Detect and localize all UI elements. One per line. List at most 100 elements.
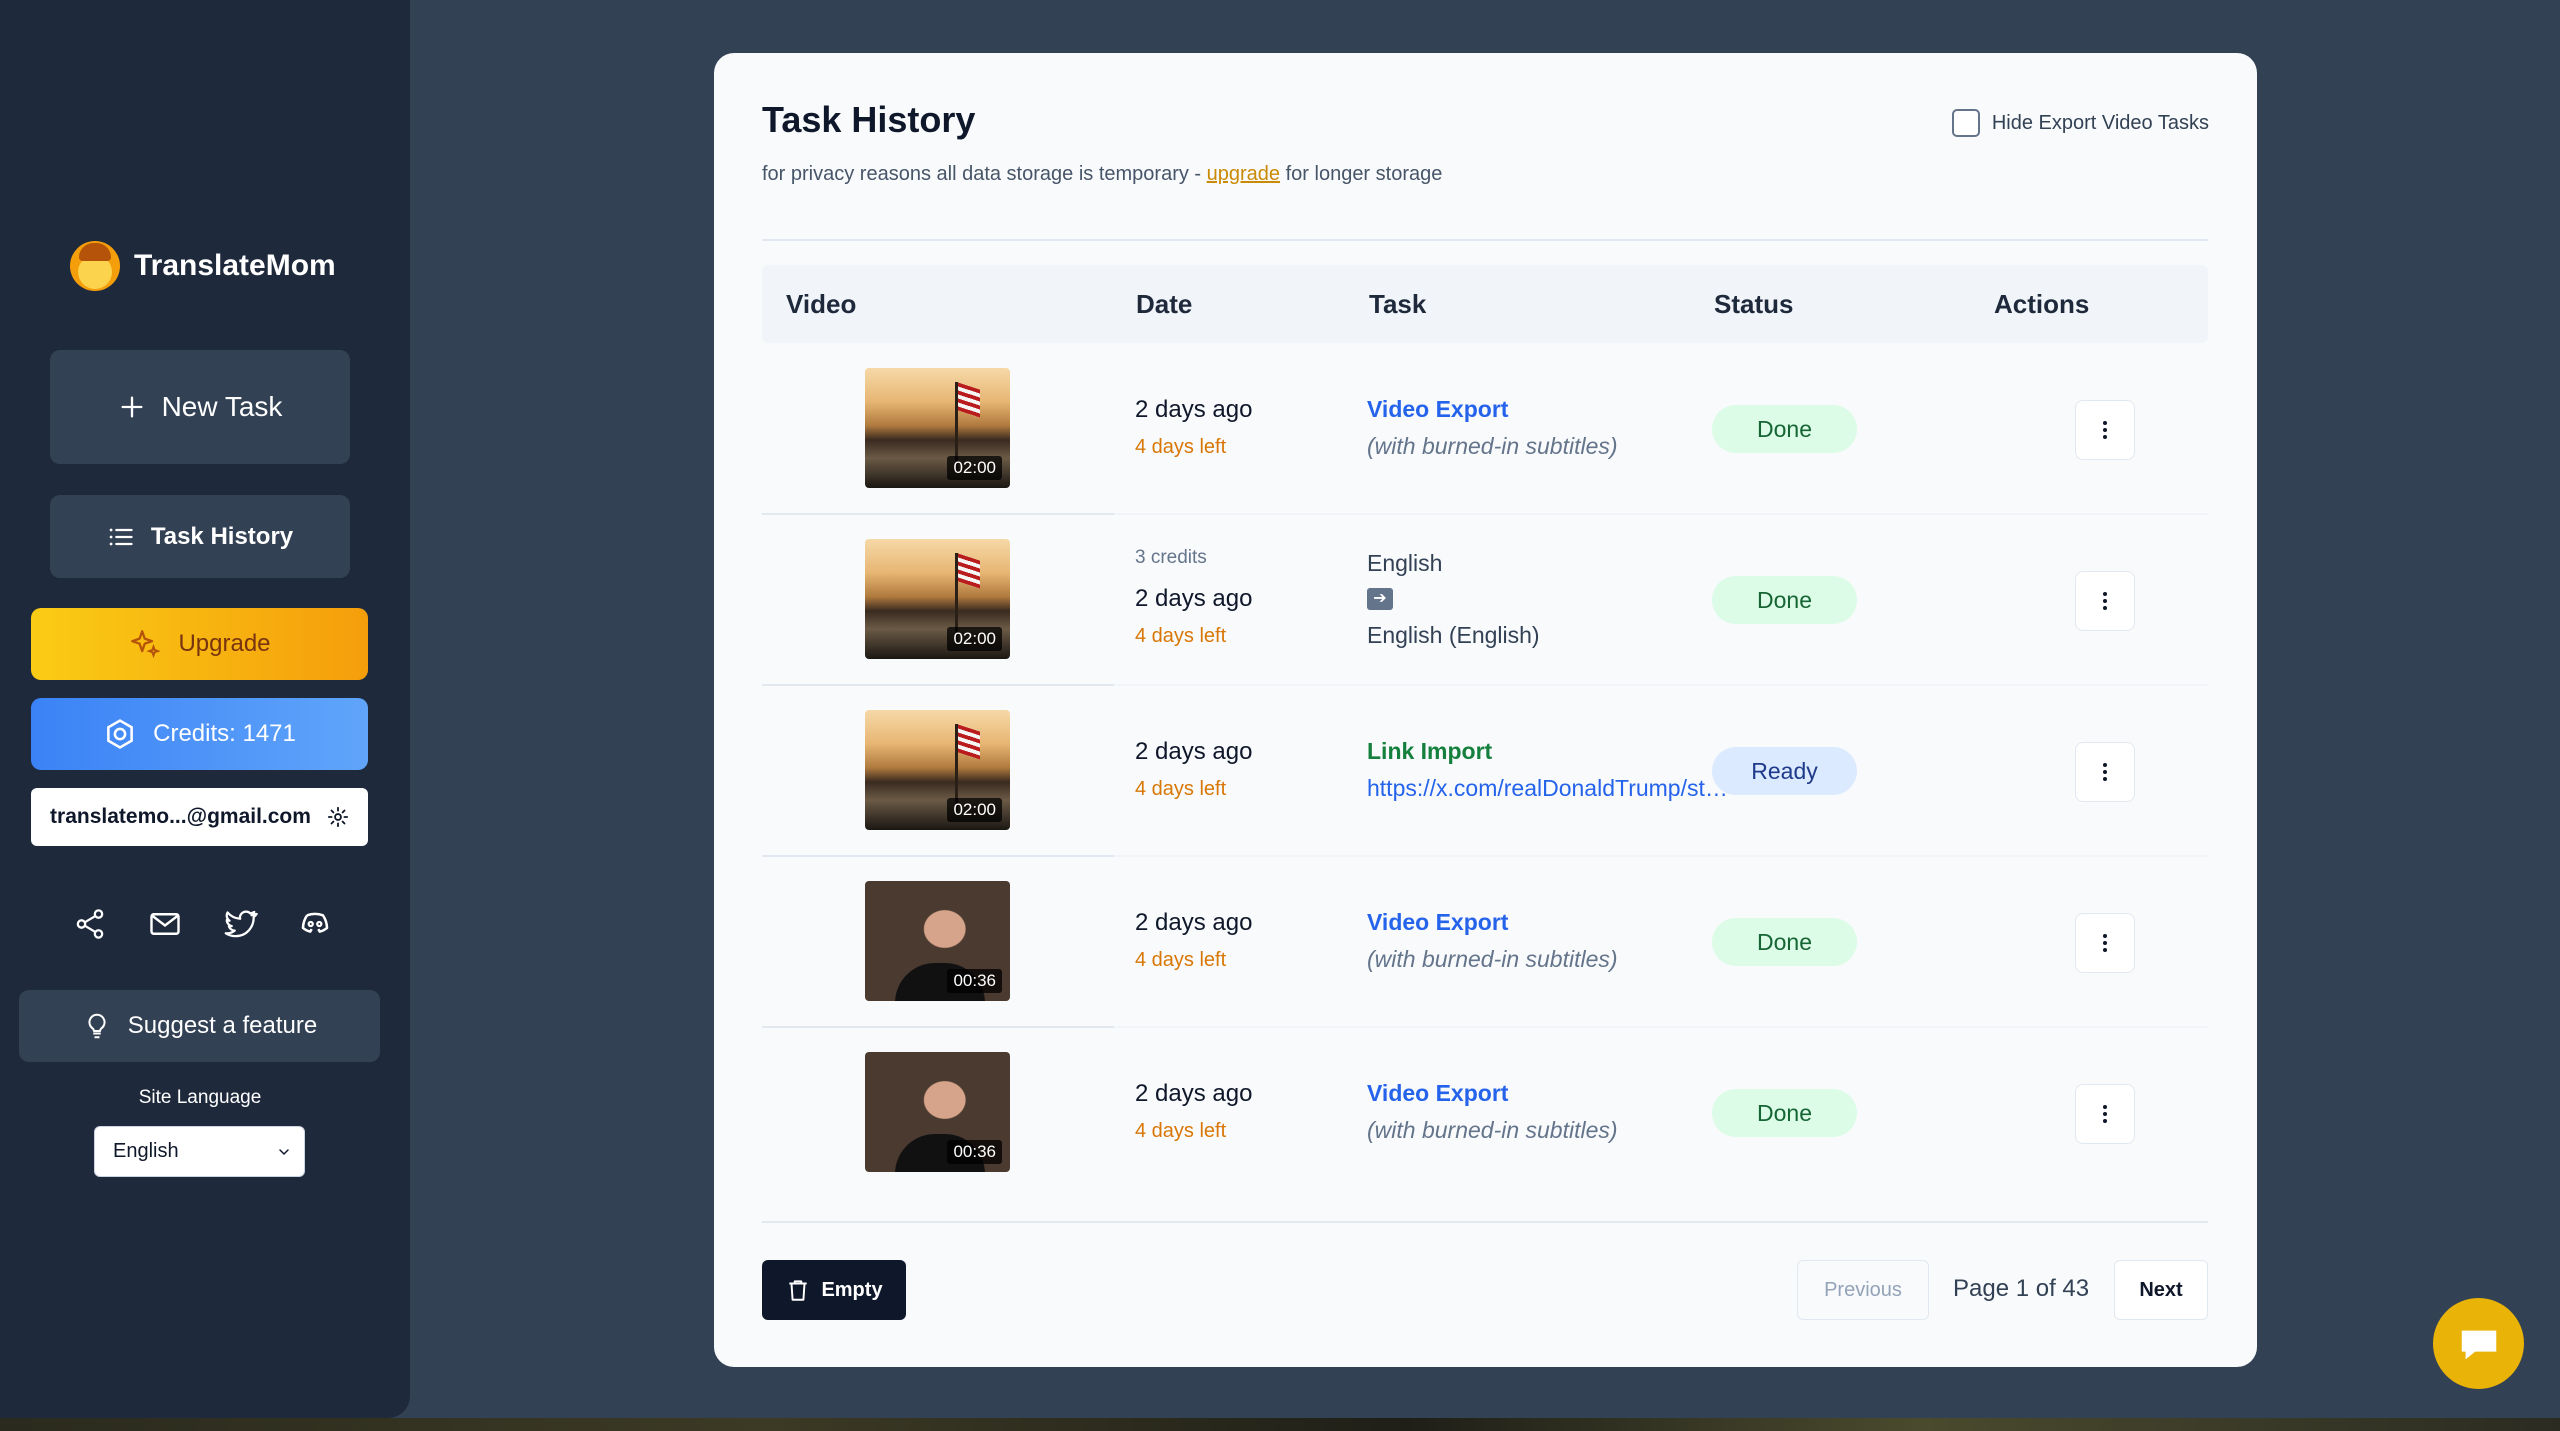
suggest-feature-label: Suggest a feature xyxy=(127,1012,318,1039)
upgrade-link[interactable]: upgrade xyxy=(1207,163,1280,185)
video-thumbnail[interactable]: 00:36 xyxy=(865,881,1010,1001)
days-left: 4 days left xyxy=(1135,949,1227,971)
plus-icon xyxy=(121,396,143,418)
discord-icon[interactable] xyxy=(295,904,335,944)
site-language-select[interactable]: English xyxy=(94,1126,305,1177)
account-button[interactable]: translatemo...@gmail.com xyxy=(31,788,368,846)
row-actions-button[interactable] xyxy=(2075,571,2135,631)
chat-widget-button[interactable] xyxy=(2433,1298,2524,1389)
table-row[interactable]: 00:36 2 days ago 4 days left Video Expor… xyxy=(762,1028,2208,1199)
task-title-link[interactable]: Video Export xyxy=(1367,396,1508,423)
credits-icon xyxy=(107,719,134,749)
upgrade-label: Upgrade xyxy=(178,630,271,657)
storage-notice-suffix: for longer storage xyxy=(1280,163,1443,185)
column-date: Date xyxy=(1136,289,1193,319)
divider xyxy=(762,239,2208,241)
chat-icon xyxy=(2461,1330,2496,1359)
mail-icon[interactable] xyxy=(145,904,185,944)
row-actions-button[interactable] xyxy=(2075,400,2135,460)
gear-icon xyxy=(327,806,349,828)
more-vertical-icon xyxy=(2103,934,2107,952)
more-vertical-icon xyxy=(2103,1105,2107,1123)
new-task-label: New Task xyxy=(161,391,283,422)
upgrade-button[interactable]: Upgrade xyxy=(31,608,368,680)
credits-used: 3 credits xyxy=(1135,547,1207,568)
row-actions-button[interactable] xyxy=(2075,913,2135,973)
previous-page-button[interactable]: Previous xyxy=(1797,1260,1929,1320)
status-badge: Done xyxy=(1712,1089,1857,1137)
video-duration: 02:00 xyxy=(947,798,1002,822)
suggest-feature-button[interactable]: Suggest a feature xyxy=(19,990,380,1062)
sidebar: TranslateMom New Task Task History Upgra… xyxy=(0,0,410,1418)
task-subtitle: (with burned-in subtitles) xyxy=(1367,433,1618,459)
row-actions-button[interactable] xyxy=(2075,742,2135,802)
arrow-right-icon: ➔ xyxy=(1367,588,1393,610)
hide-export-toggle[interactable]: Hide Export Video Tasks xyxy=(1951,109,2209,137)
more-vertical-icon xyxy=(2103,592,2107,610)
logo[interactable]: TranslateMom xyxy=(70,240,336,292)
brand-name: TranslateMom xyxy=(134,249,336,282)
task-subtitle: (with burned-in subtitles) xyxy=(1367,946,1618,972)
chevron-down-icon xyxy=(279,1148,289,1155)
task-title-link[interactable]: Link Import xyxy=(1367,738,1492,765)
social-links xyxy=(70,900,335,948)
page-indicator: Page 1 of 43 xyxy=(1953,1275,2090,1302)
credits-label: Credits: 1471 xyxy=(153,720,296,747)
table-row[interactable]: 02:00 2 days ago 4 days left Link Import… xyxy=(762,686,2208,857)
more-vertical-icon xyxy=(2103,763,2107,781)
task-subtitle: (with burned-in subtitles) xyxy=(1367,1117,1618,1143)
import-url-link[interactable]: https://x.com/realDonaldTrump/status/... xyxy=(1367,775,1732,802)
task-date: 2 days ago xyxy=(1135,585,1253,612)
task-history-button[interactable]: Task History xyxy=(50,495,350,578)
task-title-link[interactable]: Video Export xyxy=(1367,1080,1508,1107)
status-badge: Done xyxy=(1712,576,1857,624)
video-thumbnail[interactable]: 02:00 xyxy=(865,368,1010,488)
trash-icon xyxy=(789,1280,808,1301)
lightbulb-icon xyxy=(88,1013,106,1039)
empty-label: Empty xyxy=(821,1278,883,1301)
share-icon[interactable] xyxy=(70,904,110,944)
new-task-button[interactable]: New Task xyxy=(50,350,350,464)
days-left: 4 days left xyxy=(1135,778,1227,800)
background-strip xyxy=(0,1418,2560,1431)
storage-notice: for privacy reasons all data storage is … xyxy=(762,163,1442,186)
days-left: 4 days left xyxy=(1135,625,1227,647)
video-thumbnail[interactable]: 00:36 xyxy=(865,1052,1010,1172)
credits-button[interactable]: Credits: 1471 xyxy=(31,698,368,770)
column-video: Video xyxy=(786,289,857,319)
twitter-icon[interactable] xyxy=(220,904,260,944)
target-language: English (English) xyxy=(1367,622,1540,648)
mom-logo-icon xyxy=(70,241,120,291)
column-status: Status xyxy=(1714,289,1794,319)
status-badge: Done xyxy=(1712,405,1857,453)
divider xyxy=(762,1221,2208,1223)
site-language-label: Site Language xyxy=(138,1087,262,1108)
task-title-link[interactable]: Video Export xyxy=(1367,909,1508,936)
empty-history-button[interactable]: Empty xyxy=(762,1260,906,1320)
sparkle-icon xyxy=(131,630,162,659)
video-thumbnail[interactable]: 02:00 xyxy=(865,710,1010,830)
account-email: translatemo...@gmail.com xyxy=(50,805,311,828)
task-history-label: Task History xyxy=(150,522,294,550)
video-duration: 00:36 xyxy=(947,1140,1002,1164)
task-date: 2 days ago xyxy=(1135,738,1253,765)
row-actions-button[interactable] xyxy=(2075,1084,2135,1144)
days-left: 4 days left xyxy=(1135,436,1227,458)
status-badge: Done xyxy=(1712,918,1857,966)
video-thumbnail[interactable]: 02:00 xyxy=(865,539,1010,659)
status-badge: Ready xyxy=(1712,747,1857,795)
video-duration: 00:36 xyxy=(947,969,1002,993)
site-language-value: English xyxy=(113,1140,179,1162)
table-row[interactable]: 02:00 2 days ago 4 days left Video Expor… xyxy=(762,344,2208,515)
next-page-button[interactable]: Next xyxy=(2114,1260,2208,1320)
table-row[interactable]: 02:00 3 credits 2 days ago 4 days left E… xyxy=(762,515,2208,686)
column-actions: Actions xyxy=(1994,289,2090,319)
table-row[interactable]: 00:36 2 days ago 4 days left Video Expor… xyxy=(762,857,2208,1028)
hide-export-checkbox[interactable] xyxy=(1951,109,1980,137)
more-vertical-icon xyxy=(2103,421,2107,439)
task-history-card: Task History for privacy reasons all dat… xyxy=(714,53,2257,1367)
video-duration: 02:00 xyxy=(947,456,1002,480)
table-header: Video Date Task Status Actions xyxy=(762,265,2208,343)
video-duration: 02:00 xyxy=(947,627,1002,651)
page-title: Task History xyxy=(762,99,976,140)
